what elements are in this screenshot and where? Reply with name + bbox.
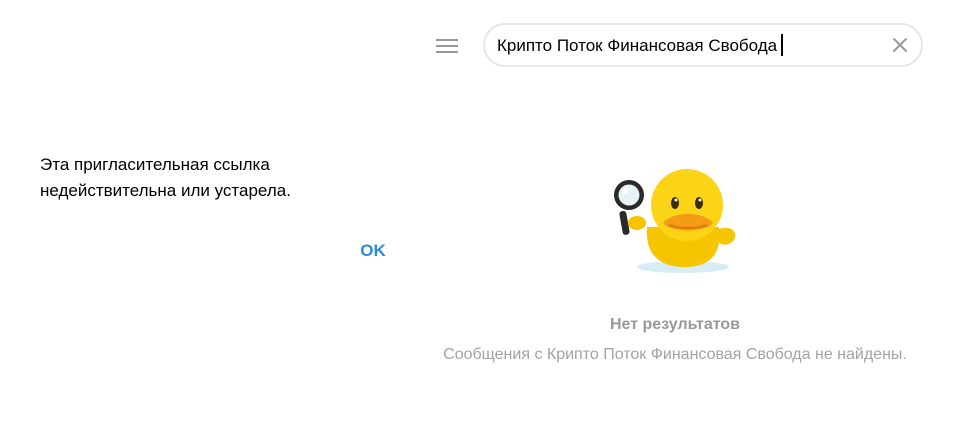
search-box[interactable]	[483, 23, 923, 67]
text-caret	[781, 34, 783, 56]
duck-with-magnifier-sticker	[607, 167, 747, 282]
empty-state-description: Сообщения с Крипто Поток Финансовая Своб…	[443, 346, 907, 363]
empty-state-title: Нет результатов	[610, 316, 740, 333]
dialog-message: Эта пригласительная ссылка недействитель…	[40, 155, 291, 200]
hamburger-menu-icon[interactable]	[433, 32, 461, 60]
app-window: Эта пригласительная ссылка недействитель…	[0, 0, 974, 429]
invite-link-dialog: Эта пригласительная ссылка недействитель…	[30, 140, 410, 270]
close-icon[interactable]	[889, 34, 911, 56]
ok-button[interactable]: OK	[348, 238, 398, 264]
search-input[interactable]	[497, 33, 877, 59]
